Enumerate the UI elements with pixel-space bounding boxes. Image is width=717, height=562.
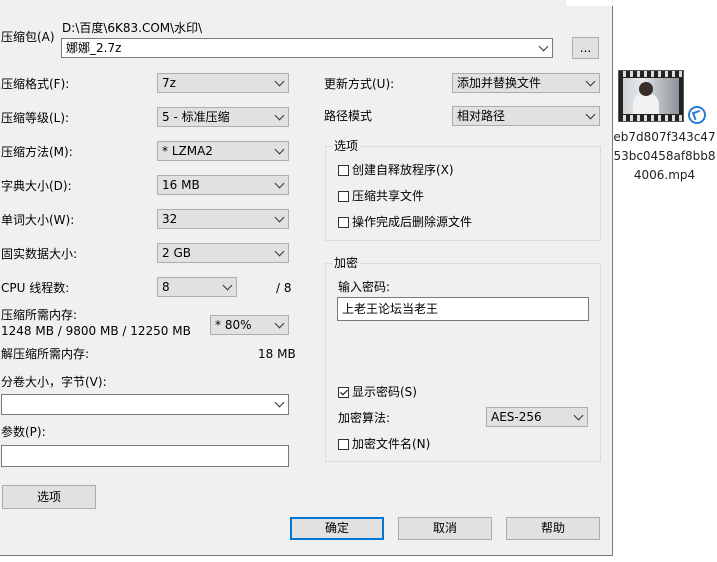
archive-name-value: 娜娜_2.7z xyxy=(66,41,122,55)
enc-method-value: AES-256 xyxy=(491,410,542,424)
threads-value: 8 xyxy=(162,280,170,294)
shared-checkbox[interactable]: 压缩共享文件 xyxy=(338,188,424,204)
chevron-down-icon xyxy=(573,410,584,421)
chevron-down-icon xyxy=(585,109,596,120)
dict-value: 16 MB xyxy=(162,178,200,192)
format-value: 7z xyxy=(162,76,176,90)
format-label: 压缩格式(F): xyxy=(1,77,70,91)
params-label: 参数(P): xyxy=(1,425,46,439)
checkbox-box xyxy=(338,439,349,450)
close-button[interactable] xyxy=(566,0,612,6)
level-value: 5 - 标准压缩 xyxy=(162,110,230,124)
show-password-label: 显示密码(S) xyxy=(352,385,417,399)
delete-after-label: 操作完成后删除源文件 xyxy=(352,215,473,229)
method-label: 压缩方法(M): xyxy=(1,145,73,159)
desktop-file-name[interactable]: eb7d807f343c4753bc0458af8bb84006.mp4 xyxy=(612,128,717,185)
level-label: 压缩等级(L): xyxy=(1,111,70,125)
show-password-checkbox[interactable]: 显示密码(S) xyxy=(338,384,417,400)
update-value: 添加并替换文件 xyxy=(457,76,542,90)
checkbox-box xyxy=(338,217,349,228)
update-select[interactable]: 添加并替换文件 xyxy=(452,73,600,93)
solid-select[interactable]: 2 GB xyxy=(157,243,289,263)
help-button[interactable]: 帮助 xyxy=(506,517,600,540)
chevron-down-icon xyxy=(274,397,285,408)
dict-select[interactable]: 16 MB xyxy=(157,175,289,195)
threads-max: / 8 xyxy=(276,281,292,295)
options-group-title: 选项 xyxy=(332,138,361,154)
checkbox-box xyxy=(338,165,349,176)
mem-compress-label: 压缩所需内存: xyxy=(1,308,78,322)
checkbox-box xyxy=(338,387,349,398)
mem-compress-detail: 1248 MB / 9800 MB / 12250 MB xyxy=(1,324,191,338)
shared-label: 压缩共享文件 xyxy=(352,189,425,203)
word-label: 单词大小(W): xyxy=(1,213,75,227)
encrypt-names-label: 加密文件名(N) xyxy=(352,437,431,451)
volume-combo[interactable] xyxy=(1,394,289,415)
chevron-down-icon xyxy=(274,110,285,121)
chevron-down-icon xyxy=(274,144,285,155)
chevron-down-icon xyxy=(274,76,285,87)
chevron-down-icon xyxy=(274,318,285,329)
enc-method-label: 加密算法: xyxy=(338,411,391,425)
delete-after-checkbox[interactable]: 操作完成后删除源文件 xyxy=(338,214,472,230)
checkbox-box xyxy=(338,191,349,202)
chevron-down-icon xyxy=(274,212,285,223)
encrypt-names-checkbox[interactable]: 加密文件名(N) xyxy=(338,436,430,452)
password-label: 输入密码: xyxy=(338,280,391,294)
method-select[interactable]: * LZMA2 xyxy=(157,141,289,161)
volume-label: 分卷大小，字节(V): xyxy=(1,375,107,389)
word-select[interactable]: 32 xyxy=(157,209,289,229)
browse-button[interactable]: ... xyxy=(572,37,599,59)
threads-label: CPU 线程数: xyxy=(1,281,70,295)
sfx-checkbox[interactable]: 创建自释放程序(X) xyxy=(338,162,454,178)
chevron-down-icon xyxy=(538,41,549,52)
enc-method-select[interactable]: AES-256 xyxy=(486,407,588,427)
dict-label: 字典大小(D): xyxy=(1,179,72,193)
chevron-down-icon xyxy=(222,280,233,291)
password-input[interactable]: 上老王论坛当老王 xyxy=(337,297,589,321)
title-bar xyxy=(0,0,613,6)
mem-usage-value: * 80% xyxy=(215,318,252,332)
encryption-group-title: 加密 xyxy=(332,255,361,271)
params-input[interactable] xyxy=(1,445,289,467)
threads-select[interactable]: 8 xyxy=(157,277,237,297)
update-label: 更新方式(U): xyxy=(324,77,395,91)
chevron-down-icon xyxy=(274,178,285,189)
ok-button[interactable]: 确定 xyxy=(290,517,384,540)
archive-label: 压缩包(A) xyxy=(1,30,55,44)
path-mode-value: 相对路径 xyxy=(457,109,506,123)
person-head xyxy=(639,82,653,96)
video-thumbnail-image xyxy=(623,78,679,114)
format-select[interactable]: 7z xyxy=(157,73,289,93)
film-strip-bottom xyxy=(619,115,683,121)
cancel-button[interactable]: 取消 xyxy=(398,517,492,540)
film-strip-top xyxy=(619,71,683,77)
person-figure xyxy=(633,94,659,114)
path-mode-label: 路径模式 xyxy=(324,109,373,123)
options-button[interactable]: 选项 xyxy=(2,485,96,509)
add-to-archive-dialog: 压缩包(A) D:\百度\6K83.COM\水印\ 娜娜_2.7z ... 压缩… xyxy=(0,0,613,556)
path-mode-select[interactable]: 相对路径 xyxy=(452,106,600,126)
mem-decompress-label: 解压缩所需内存: xyxy=(1,347,90,361)
chevron-down-icon xyxy=(585,76,596,87)
chevron-down-icon xyxy=(274,246,285,257)
word-value: 32 xyxy=(162,212,178,226)
mem-decompress-value: 18 MB xyxy=(258,347,296,361)
video-file-thumbnail[interactable] xyxy=(618,70,684,122)
archive-name-combo[interactable]: 娜娜_2.7z xyxy=(61,38,553,58)
archive-path: D:\百度\6K83.COM\水印\ xyxy=(62,21,203,35)
method-value: * LZMA2 xyxy=(162,144,213,158)
sync-icon xyxy=(688,106,706,124)
level-select[interactable]: 5 - 标准压缩 xyxy=(157,107,289,127)
solid-value: 2 GB xyxy=(162,246,191,260)
sfx-label: 创建自释放程序(X) xyxy=(352,163,454,177)
mem-usage-select[interactable]: * 80% xyxy=(210,315,289,335)
solid-label: 固实数据大小: xyxy=(1,247,78,261)
